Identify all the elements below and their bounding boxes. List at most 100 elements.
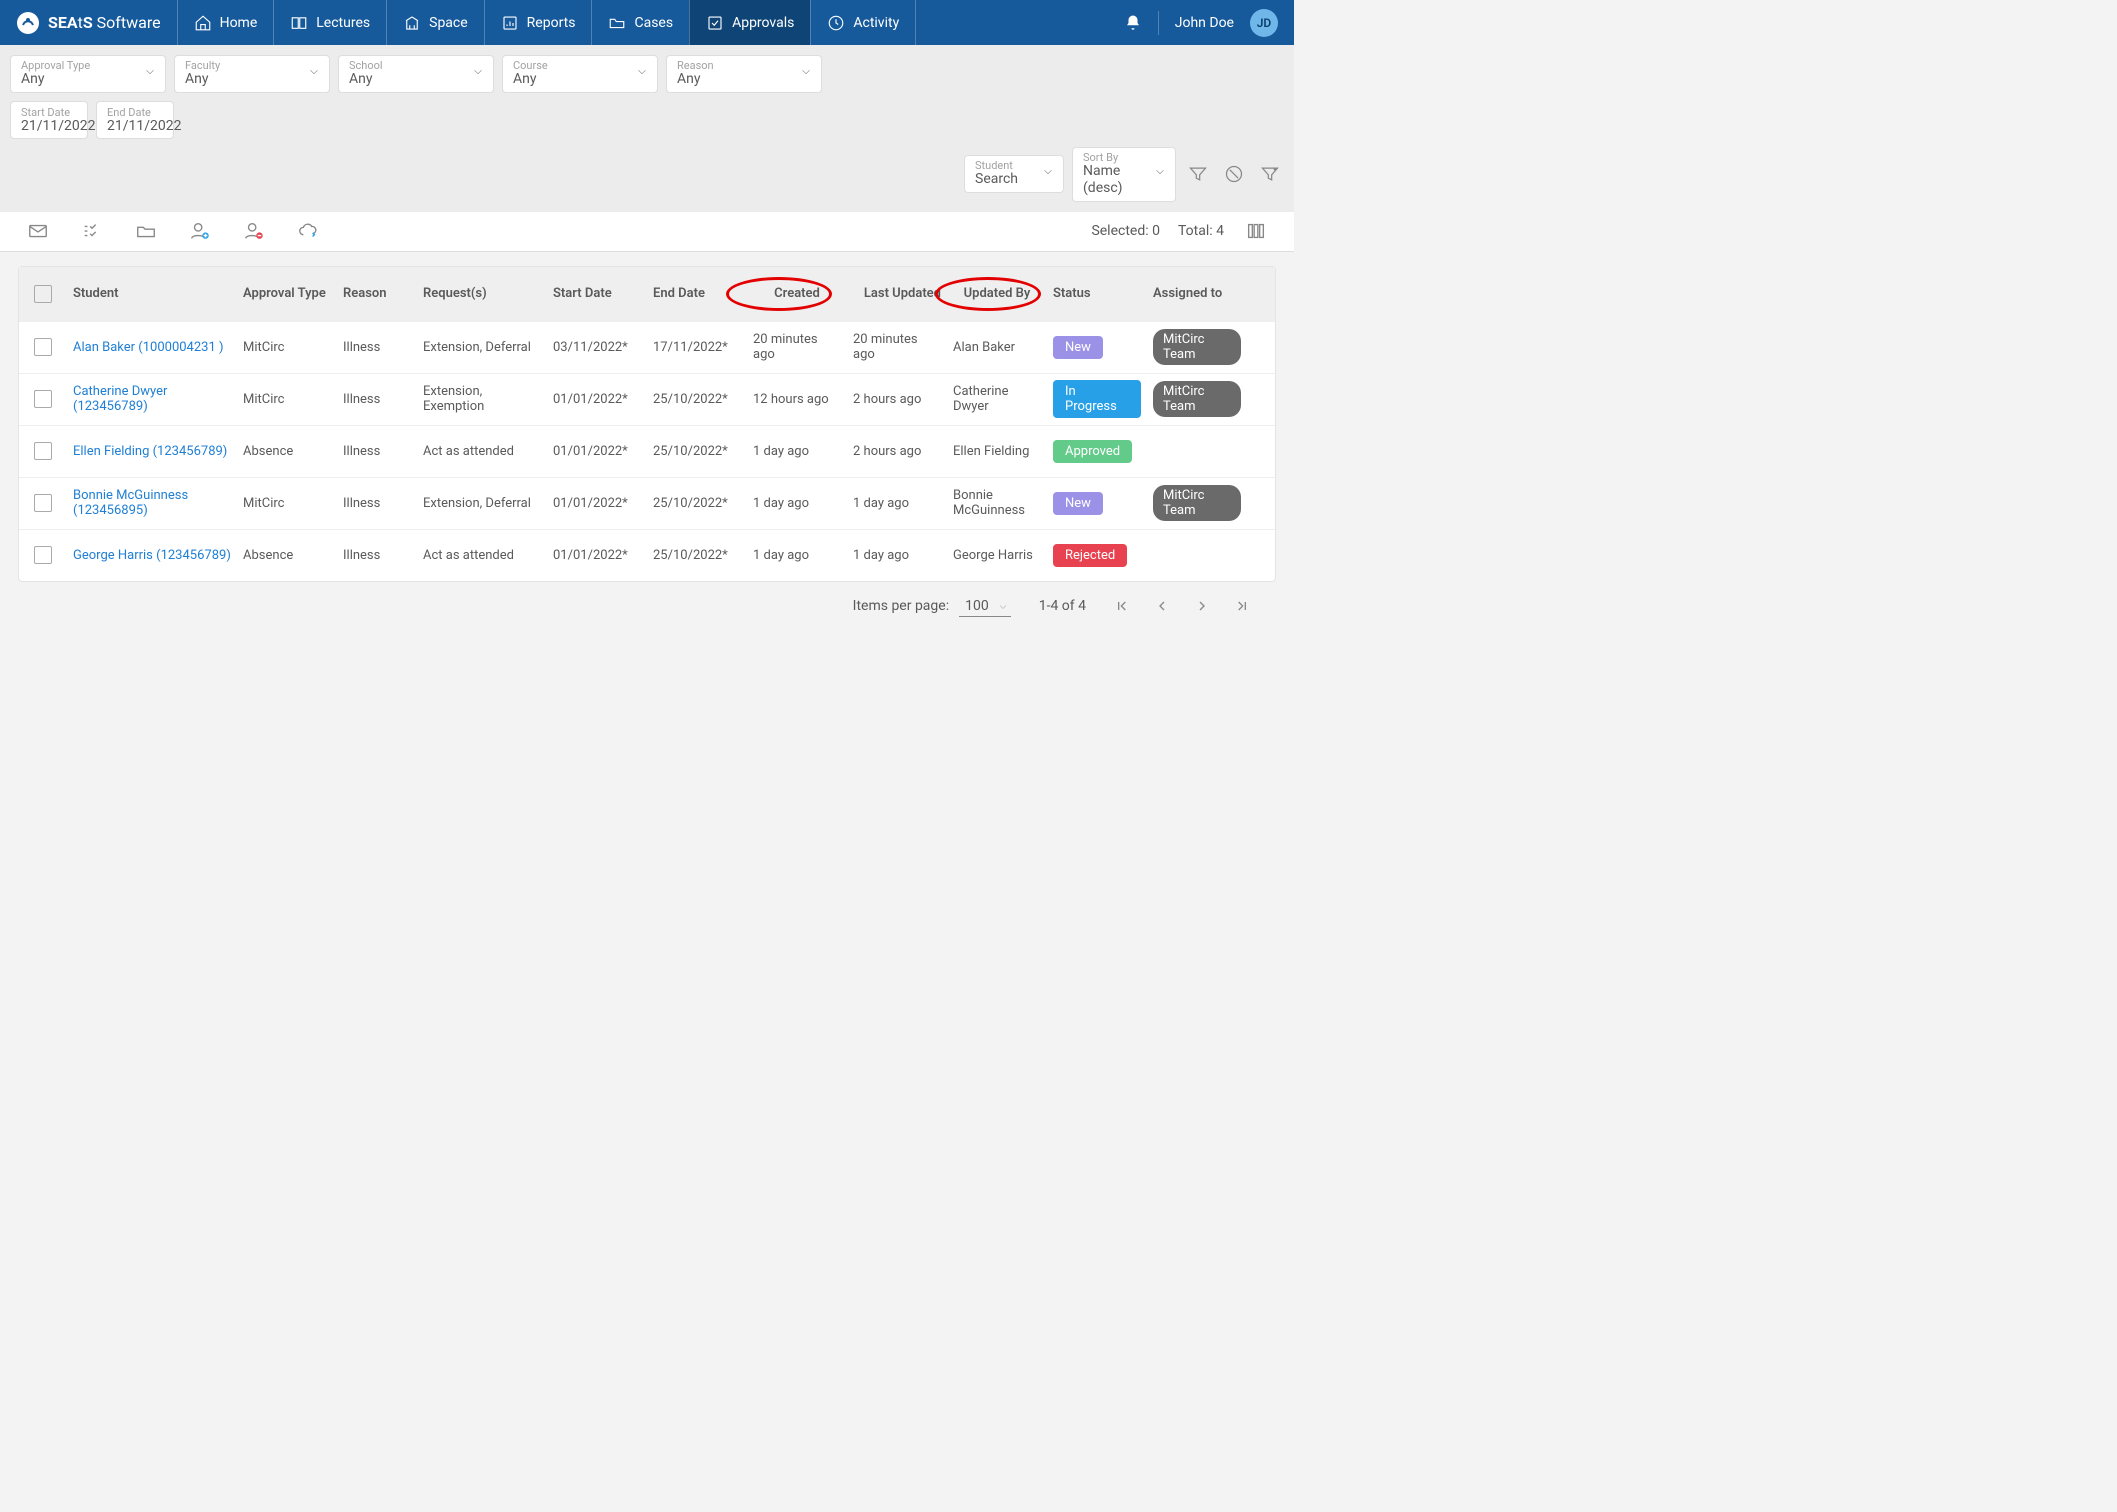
filter-sort-by[interactable]: Sort ByName (desc) [1072,147,1176,202]
action-assign-remove[interactable] [240,217,268,245]
seats-logo-icon [16,11,40,35]
assigned-chip[interactable]: MitCirc Team [1153,381,1241,417]
book-icon [290,14,308,32]
filter-student[interactable]: StudentSearch [964,155,1064,193]
nav-reports[interactable]: Reports [484,0,592,45]
page-prev-icon[interactable] [1154,598,1170,614]
table-row[interactable]: George Harris (123456789) Absence Illnes… [19,529,1275,581]
assigned-chip[interactable]: MitCirc Team [1153,329,1241,365]
page-last-icon[interactable] [1234,598,1250,614]
col-student[interactable]: Student [67,280,237,307]
action-folder[interactable] [132,217,160,245]
student-link[interactable]: Ellen Fielding (123456789) [73,444,227,459]
cell-updated-by: Alan Baker [947,334,1047,361]
user-avatar[interactable]: JD [1250,9,1278,37]
col-status[interactable]: Status [1047,280,1147,307]
per-page-select[interactable]: 100 [959,596,1011,617]
chevron-down-icon [799,65,813,79]
nav-cases[interactable]: Cases [591,0,689,45]
filter-faculty[interactable]: FacultyAny [174,55,330,93]
col-requests[interactable]: Request(s) [417,280,547,307]
filter-apply-button[interactable] [1184,160,1212,188]
chevron-down-icon [635,65,649,79]
student-link[interactable]: George Harris (123456789) [73,548,231,563]
status-badge: New [1053,336,1103,359]
cell-reason: Illness [337,438,417,465]
table-row[interactable]: Catherine Dwyer (123456789) MitCirc Illn… [19,373,1275,425]
col-end-date[interactable]: End Date [647,280,747,307]
filter-bar: Approval TypeAny FacultyAny SchoolAny Co… [0,45,1294,212]
filter-save-button[interactable] [1256,160,1284,188]
page-next-icon[interactable] [1194,598,1210,614]
col-updated-by[interactable]: Updated By [947,280,1047,307]
nav-activity[interactable]: Activity [810,0,916,45]
per-page-label: Items per page: [853,598,949,614]
row-checkbox[interactable] [34,390,52,408]
action-checklist[interactable] [78,217,106,245]
row-checkbox[interactable] [34,442,52,460]
bell-icon[interactable] [1124,14,1142,32]
student-link[interactable]: Bonnie McGuinness (123456895) [73,488,188,518]
assigned-chip[interactable]: MitCirc Team [1153,485,1241,521]
col-assigned-to[interactable]: Assigned to [1147,280,1247,307]
column-settings-button[interactable] [1242,217,1270,245]
filter-clear-button[interactable] [1220,160,1248,188]
nav-approvals[interactable]: Approvals [689,0,810,45]
report-icon [501,14,519,32]
col-start-date[interactable]: Start Date [547,280,647,307]
user-name[interactable]: John Doe [1175,15,1234,31]
nav-lectures[interactable]: Lectures [273,0,386,45]
cell-updated-by: Catherine Dwyer [947,378,1047,420]
page-first-icon[interactable] [1114,598,1130,614]
table-row[interactable]: Alan Baker (1000004231 ) MitCirc Illness… [19,321,1275,373]
cell-created: 12 hours ago [747,386,847,413]
brand-text: SEAtS Software [48,13,161,32]
cell-reason: Illness [337,386,417,413]
select-all-checkbox[interactable] [34,285,52,303]
cell-end-date: 25/10/2022* [647,490,747,517]
student-link[interactable]: Catherine Dwyer (123456789) [73,384,167,414]
brand-logo[interactable]: SEAtS Software [0,0,177,45]
table-row[interactable]: Bonnie McGuinness (123456895) MitCirc Il… [19,477,1275,529]
table-row[interactable]: Ellen Fielding (123456789) Absence Illne… [19,425,1275,477]
filter-approval-type[interactable]: Approval TypeAny [10,55,166,93]
filter-start-date[interactable]: Start Date21/11/2022 [10,101,88,139]
chevron-down-icon [1153,165,1167,179]
page-range: 1-4 of 4 [1039,598,1086,614]
filter-end-date[interactable]: End Date21/11/2022 [96,101,174,139]
row-checkbox[interactable] [34,546,52,564]
action-cloud-sync[interactable] [294,217,322,245]
status-badge: New [1053,492,1103,515]
cell-approval-type: Absence [237,542,337,569]
cell-start-date: 01/01/2022* [547,490,647,517]
cell-approval-type: MitCirc [237,334,337,361]
building-icon [403,14,421,32]
user-area: John Doe JD [1108,0,1294,45]
nav-space[interactable]: Space [386,0,484,45]
folder-icon [608,14,626,32]
col-last-updated[interactable]: Last Updated [847,280,947,307]
col-approval-type[interactable]: Approval Type [237,280,337,307]
col-reason[interactable]: Reason [337,280,417,307]
nav-home[interactable]: Home [177,0,274,45]
filter-school[interactable]: SchoolAny [338,55,494,93]
row-checkbox[interactable] [34,338,52,356]
action-assign-add[interactable] [186,217,214,245]
row-checkbox[interactable] [34,494,52,512]
home-icon [194,14,212,32]
cancel-icon [1224,164,1244,184]
filter-course[interactable]: CourseAny [502,55,658,93]
cell-requests: Act as attended [417,542,547,569]
cell-approval-type: MitCirc [237,386,337,413]
user-plus-icon [189,220,211,242]
cell-updated-by: Bonnie McGuinness [947,482,1047,524]
action-mail[interactable] [24,217,52,245]
col-created[interactable]: Created [747,280,847,307]
filter-reason[interactable]: ReasonAny [666,55,822,93]
folder-open-icon [135,220,157,242]
cell-last-updated: 1 day ago [847,542,947,569]
table-header: Student Approval Type Reason Request(s) … [19,267,1275,321]
cell-reason: Illness [337,542,417,569]
student-link[interactable]: Alan Baker (1000004231 ) [73,340,224,355]
cell-last-updated: 2 hours ago [847,438,947,465]
